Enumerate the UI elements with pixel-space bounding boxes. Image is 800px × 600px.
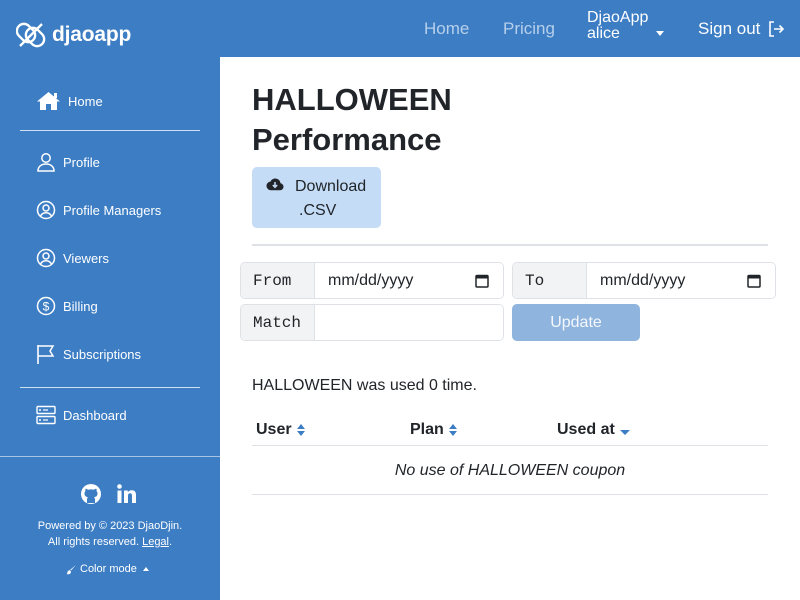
sidebar-item-home[interactable]: Home	[36, 91, 103, 111]
nav-pricing-link[interactable]: Pricing	[503, 19, 555, 39]
home-icon	[37, 92, 60, 110]
sort-desc-icon	[619, 430, 630, 435]
sidebar-divider	[20, 130, 200, 131]
column-header-label: User	[256, 421, 292, 438]
powered-by-text: Powered by © 2023 DjaoDjin. All rights r…	[0, 518, 220, 550]
github-icon[interactable]	[80, 483, 102, 505]
djaoapp-logo-icon	[16, 22, 46, 48]
calendar-icon[interactable]	[747, 273, 761, 288]
from-date-input[interactable]: mm/dd/yyyy	[315, 263, 503, 298]
person-circle-icon	[36, 200, 56, 220]
color-mode-label: Color mode	[80, 563, 137, 575]
to-date-input[interactable]: mm/dd/yyyy	[587, 263, 775, 298]
column-header-plan[interactable]: Plan	[410, 421, 458, 439]
sidebar-item-label: Dashboard	[63, 407, 127, 423]
dollar-circle-icon: $	[36, 296, 56, 316]
powered-by-line: Powered by © 2023 DjaoDjin.	[37, 520, 183, 532]
rights-text: All rights reserved.	[47, 536, 140, 548]
sidebar-item-label: Viewers	[63, 250, 110, 266]
sidebar-item-profile[interactable]: Profile	[36, 152, 100, 172]
column-header-label: Used at	[557, 421, 615, 438]
social-links	[80, 483, 138, 505]
from-label: From	[241, 263, 315, 298]
sign-out-link[interactable]: Sign out	[698, 19, 785, 39]
from-date-placeholder: mm/dd/yyyy	[328, 271, 414, 289]
brand-logo-link[interactable]: djaoapp	[16, 20, 131, 50]
chevron-up-icon	[142, 567, 149, 571]
brand-name: djaoapp	[52, 23, 132, 46]
download-label-line1: Download	[295, 178, 367, 195]
table-bottom-border	[252, 494, 768, 495]
calendar-icon[interactable]	[475, 273, 489, 288]
column-header-label: Plan	[410, 421, 444, 438]
sidebar-item-profile-managers[interactable]: Profile Managers	[36, 200, 161, 220]
match-input[interactable]	[315, 305, 503, 340]
usage-summary: HALLOWEEN was used 0 time.	[252, 377, 477, 394]
page-title: HALLOWEEN Performance	[252, 80, 452, 160]
linkedin-icon[interactable]	[116, 483, 138, 505]
legal-link[interactable]: Legal	[142, 536, 169, 548]
sort-icon	[296, 424, 305, 436]
to-label: To	[513, 263, 587, 298]
update-button[interactable]: Update	[512, 304, 640, 341]
sidebar-item-label: Billing	[63, 298, 98, 314]
user-org-name: DjaoApp	[587, 9, 649, 26]
sidebar-item-label: Profile	[63, 154, 100, 170]
column-header-user[interactable]: User	[256, 421, 306, 439]
empty-table-message: No use of HALLOWEEN coupon	[394, 462, 626, 479]
brush-icon	[66, 564, 76, 574]
page-title-line2: Performance	[252, 122, 442, 157]
svg-text:$: $	[43, 300, 50, 314]
sidebar-item-viewers[interactable]: Viewers	[36, 248, 109, 268]
user-name: alice	[587, 25, 620, 42]
sign-out-icon	[769, 21, 785, 37]
sign-out-label: Sign out	[698, 19, 761, 38]
section-divider	[252, 244, 768, 246]
period: .	[169, 536, 173, 548]
match-group: Match	[240, 304, 504, 341]
sidebar-footer: Powered by © 2023 DjaoDjin. All rights r…	[0, 456, 220, 600]
download-label-line2: .CSV	[299, 202, 337, 219]
to-date-placeholder: mm/dd/yyyy	[600, 271, 686, 289]
color-mode-toggle[interactable]: Color mode	[66, 563, 149, 575]
sidebar-item-dashboard[interactable]: Dashboard	[36, 405, 127, 425]
from-date-group: From mm/dd/yyyy	[240, 262, 504, 299]
to-date-group: To mm/dd/yyyy	[512, 262, 776, 299]
table-header-border	[252, 445, 768, 446]
sidebar-item-label: Home	[68, 93, 103, 109]
match-label: Match	[241, 305, 315, 340]
cloud-download-icon	[266, 178, 284, 191]
column-header-used-at[interactable]: Used at	[557, 421, 631, 439]
person-circle-icon	[36, 248, 56, 268]
sidebar-item-label: Subscriptions	[63, 346, 142, 362]
sidebar: Home Profile Profile Managers Viewers $ …	[0, 57, 220, 600]
sidebar-item-subscriptions[interactable]: Subscriptions	[36, 344, 141, 364]
chevron-down-icon[interactable]	[656, 31, 664, 36]
user-menu-dropdown[interactable]: DjaoApp alice	[587, 10, 648, 42]
download-csv-button[interactable]: Download .CSV	[252, 167, 381, 228]
sidebar-divider	[20, 387, 200, 388]
top-navbar: djaoapp Home Pricing DjaoApp alice Sign …	[0, 0, 800, 57]
server-icon	[36, 405, 56, 425]
sidebar-item-label: Profile Managers	[63, 202, 162, 218]
person-icon	[37, 153, 55, 172]
sidebar-item-billing[interactable]: $ Billing	[36, 296, 98, 316]
nav-home-link[interactable]: Home	[424, 19, 469, 39]
sort-icon	[448, 424, 457, 436]
flag-icon	[37, 345, 55, 364]
page-title-line1: HALLOWEEN	[252, 82, 452, 117]
